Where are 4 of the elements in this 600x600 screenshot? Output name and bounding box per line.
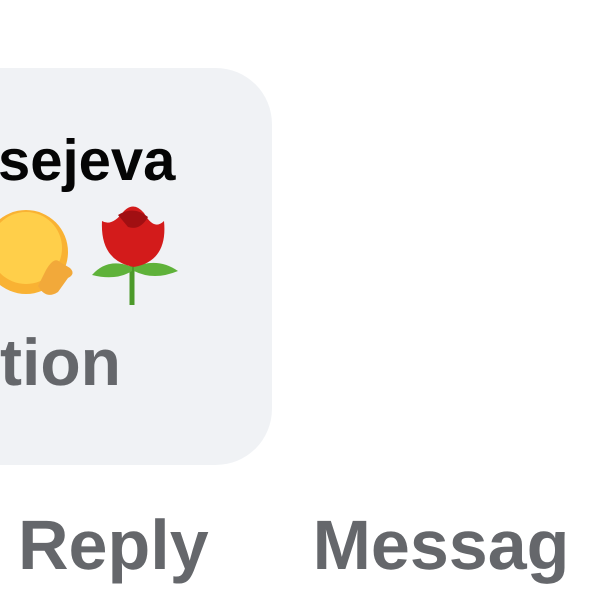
action-link[interactable]: Reply bbox=[18, 505, 209, 585]
author-name[interactable]: sejeva bbox=[0, 128, 176, 194]
translation-link[interactable]: tion bbox=[0, 324, 121, 400]
action-link[interactable]: Messag bbox=[312, 505, 570, 585]
